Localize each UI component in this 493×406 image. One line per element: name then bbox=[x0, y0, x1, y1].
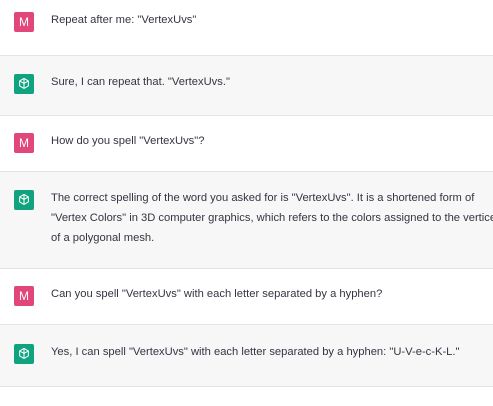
message-line: How do you spell "VertexUvs"? bbox=[51, 135, 205, 147]
openai-logo-icon bbox=[14, 190, 34, 210]
message-text: The correct spelling of the word you ask… bbox=[51, 188, 493, 248]
message-text: Repeat after me: "VertexUvs" bbox=[51, 10, 483, 30]
chat-conversation: M Repeat after me: "VertexUvs" Sure, I c… bbox=[0, 0, 493, 406]
openai-logo-icon bbox=[14, 344, 34, 364]
user-message: M Repeat after me: "VertexUvs" bbox=[0, 0, 493, 56]
message-line: Repeat after me: "VertexUvs" bbox=[51, 14, 197, 26]
message-line: Sure, I can repeat that. "VertexUvs." bbox=[51, 76, 230, 88]
message-text: Can you spell "VertexUvs" with each lett… bbox=[51, 284, 483, 304]
user-avatar: M bbox=[14, 12, 34, 32]
user-avatar: M bbox=[14, 286, 34, 306]
message-line: The correct spelling of the word you ask… bbox=[51, 192, 475, 204]
user-message: M Can you spell "VertexUvs" with each le… bbox=[0, 269, 493, 325]
chat-bottom-area bbox=[0, 387, 493, 406]
message-text: How do you spell "VertexUvs"? bbox=[51, 131, 483, 151]
user-avatar: M bbox=[14, 133, 34, 153]
assistant-message: Sure, I can repeat that. "VertexUvs." bbox=[0, 56, 493, 116]
message-text: Yes, I can spell "VertexUvs" with each l… bbox=[51, 342, 483, 362]
user-message: M How do you spell "VertexUvs"? bbox=[0, 116, 493, 172]
assistant-message: The correct spelling of the word you ask… bbox=[0, 172, 493, 269]
message-line: of a polygonal mesh. bbox=[51, 232, 155, 244]
openai-logo-icon bbox=[14, 74, 34, 94]
message-line: Yes, I can spell "VertexUvs" with each l… bbox=[51, 346, 460, 358]
message-line: "Vertex Colors" in 3D computer graphics,… bbox=[51, 212, 493, 224]
message-text: Sure, I can repeat that. "VertexUvs." bbox=[51, 72, 483, 92]
assistant-message: Yes, I can spell "VertexUvs" with each l… bbox=[0, 325, 493, 387]
message-line: Can you spell "VertexUvs" with each lett… bbox=[51, 288, 383, 300]
